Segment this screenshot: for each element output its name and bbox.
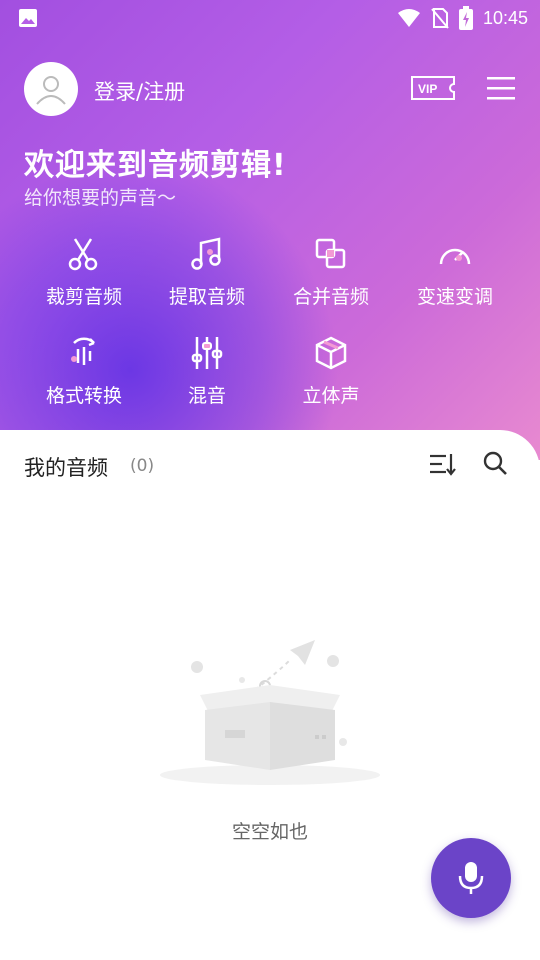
tool-stereo[interactable]: 立体声 (269, 335, 393, 408)
tool-mix[interactable]: 混音 (145, 335, 269, 408)
scissors-icon (68, 238, 98, 271)
status-bar: 10:45 (0, 0, 540, 36)
tool-label: 提取音频 (168, 286, 245, 308)
music-note-icon (191, 237, 221, 270)
sort-icon[interactable] (428, 450, 456, 478)
tool-merge-audio[interactable]: 合并音频 (269, 236, 393, 309)
tool-extract-audio[interactable]: 提取音频 (145, 236, 269, 309)
user-icon (36, 76, 66, 105)
tool-label: 立体声 (302, 385, 360, 407)
search-icon[interactable] (482, 450, 508, 476)
format-convert-icon (71, 337, 95, 365)
tool-label: 合并音频 (292, 286, 369, 308)
empty-box-illustration (160, 640, 380, 785)
my-audio-title: 我的音频 (24, 456, 108, 480)
tool-label: 格式转换 (45, 385, 122, 407)
header-banner: 10:45 登录/注册 VIP 欢迎来到音频剪辑! 给你想要的声音～ 裁剪音频 (0, 0, 540, 460)
tool-label: 混音 (187, 385, 226, 407)
menu-icon[interactable] (486, 74, 516, 102)
wifi-icon (397, 9, 420, 27)
welcome-subtitle: 给你想要的声音～ (24, 187, 177, 209)
microphone-icon (458, 862, 484, 894)
avatar[interactable] (24, 62, 78, 116)
merge-icon (315, 238, 346, 269)
record-button[interactable] (431, 838, 511, 918)
status-time: 10:45 (482, 7, 528, 28)
no-sim-icon (431, 8, 449, 29)
tool-cut-audio[interactable]: 裁剪音频 (22, 236, 146, 309)
login-register-link[interactable]: 登录/注册 (94, 76, 185, 106)
tool-speed-pitch[interactable]: 变速变调 (393, 236, 517, 309)
cube-icon (315, 336, 347, 370)
vip-label: VIP (418, 82, 437, 96)
mixer-sliders-icon (191, 337, 223, 369)
tool-label: 变速变调 (416, 286, 493, 308)
tool-format-convert[interactable]: 格式转换 (22, 335, 146, 408)
gallery-notification-icon (19, 9, 37, 27)
welcome-title: 欢迎来到音频剪辑! (24, 148, 287, 183)
my-audio-count: (0) (130, 456, 155, 476)
battery-charging-icon (458, 6, 473, 30)
vip-button[interactable]: VIP (410, 75, 456, 101)
tool-label: 裁剪音频 (45, 286, 122, 308)
speedometer-icon (439, 248, 471, 265)
